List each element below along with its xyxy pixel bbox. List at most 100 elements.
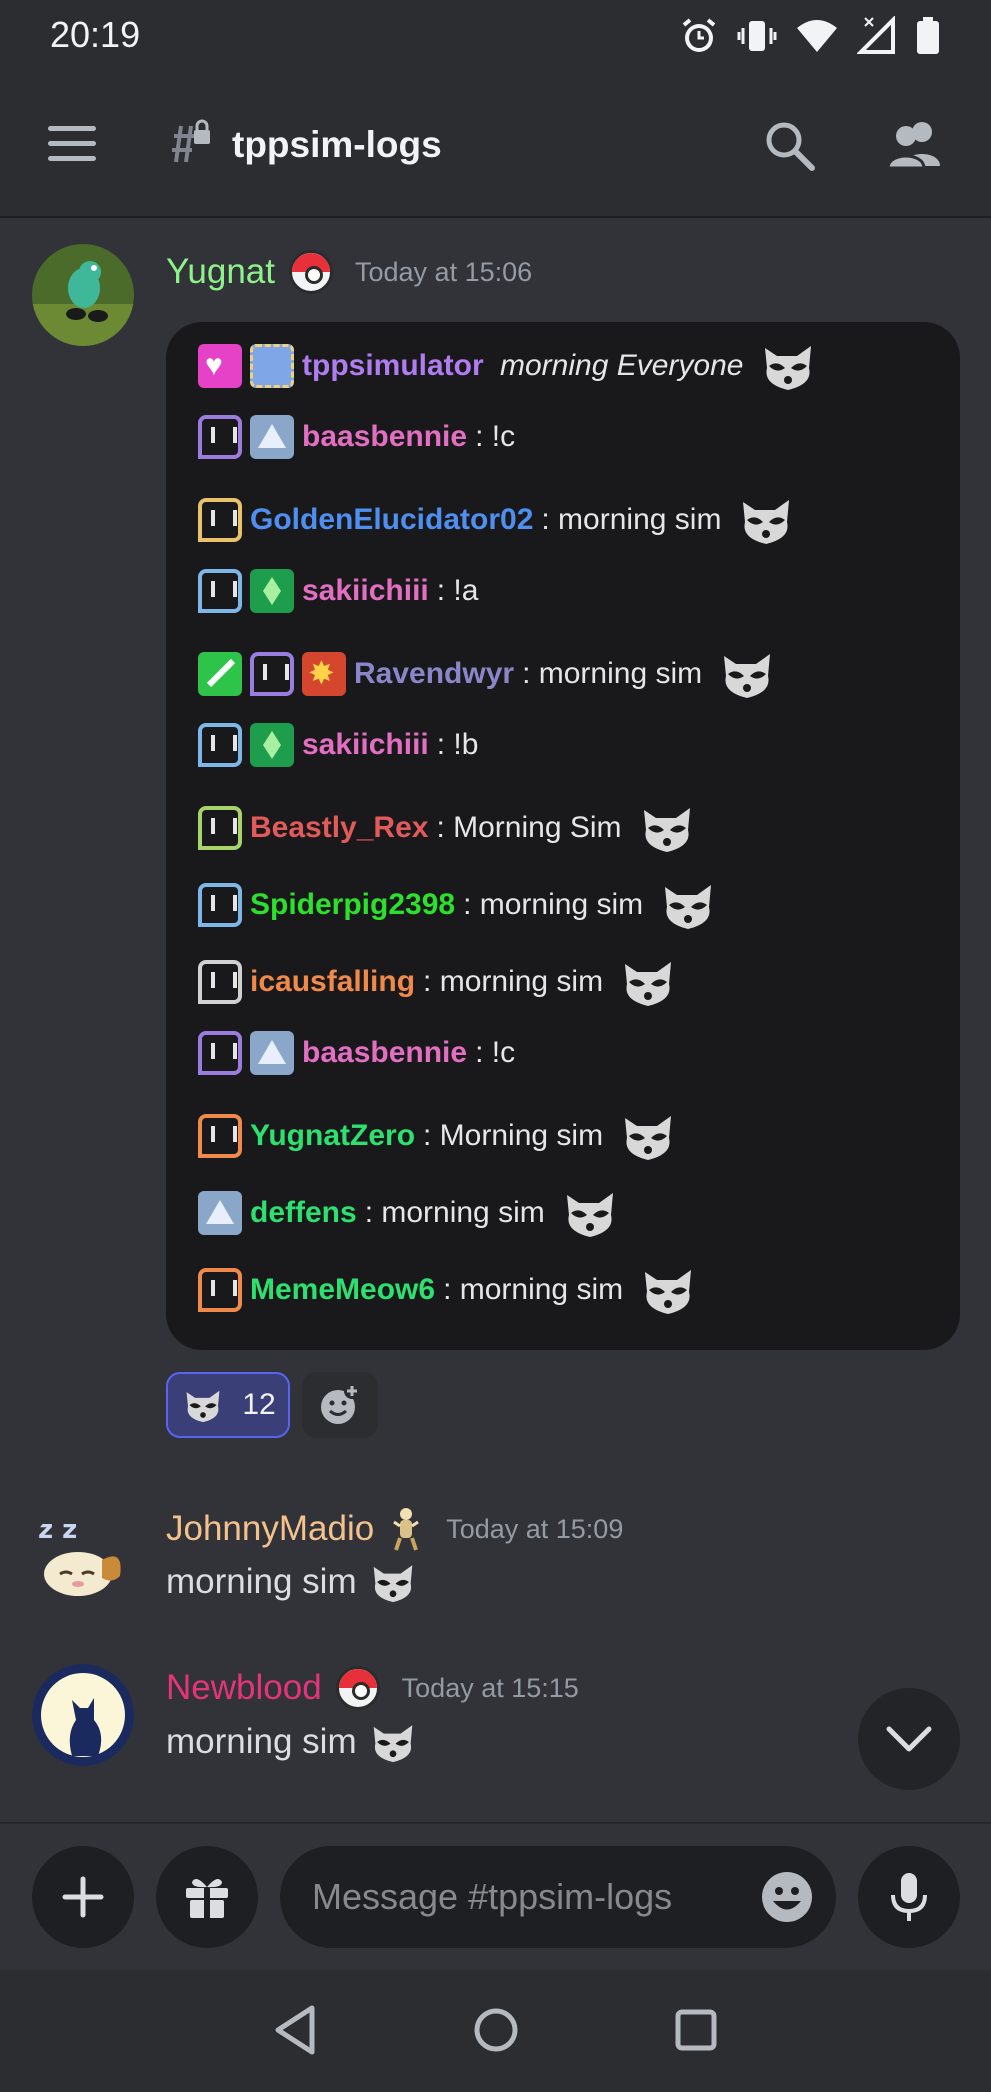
chat-username: sakiichiii [302, 728, 429, 761]
reaction-count: 12 [242, 1388, 276, 1421]
emoji-icon[interactable] [760, 1870, 814, 1924]
chat-text: morning Everyone [491, 349, 744, 382]
chat-log-line: baasbennie: !c [198, 415, 515, 459]
chat-username: Beastly_Rex [250, 811, 429, 844]
username[interactable]: Newblood [166, 1668, 322, 1708]
chat-text: : Morning sim [423, 1119, 604, 1152]
reaction-raccoon[interactable]: 12 [166, 1372, 290, 1438]
raccoon-emote-icon [373, 1725, 412, 1763]
sub-badge-icon [250, 344, 294, 388]
raccoon-emote-icon [657, 877, 719, 933]
twitch-badge-icon [198, 569, 242, 613]
chat-log-line: sakiichiii: !a [198, 569, 478, 613]
avatar[interactable] [32, 1664, 134, 1766]
message-composer [0, 1822, 991, 1970]
chat-username: tppsimulator [302, 349, 484, 382]
chat-log-line: Beastly_Rex: Morning Sim [198, 800, 698, 856]
gift-icon [186, 1878, 228, 1918]
back-icon[interactable] [266, 2000, 326, 2060]
voice-message-button[interactable] [858, 1846, 960, 1948]
members-icon[interactable] [884, 118, 944, 174]
chat-text: : morning sim [522, 657, 703, 690]
message-text: morning sim [166, 1558, 419, 1606]
heart-badge-icon [198, 344, 242, 388]
username[interactable]: JohnnyMadio [166, 1509, 374, 1549]
timestamp: Today at 15:06 [355, 256, 533, 287]
chat-username: deffens [250, 1196, 357, 1229]
chat-username: baasbennie [302, 420, 468, 453]
raccoon-emote-icon [559, 1185, 621, 1241]
channel-header: tppsim-logs [0, 74, 991, 218]
raccoon-emote-icon [716, 646, 778, 702]
twitch-badge-icon [198, 806, 242, 850]
chat-text: : !c [475, 420, 516, 453]
chat-username: Ravendwyr [354, 657, 515, 690]
chat-username: icausfalling [250, 965, 416, 998]
message-header: JohnnyMadio Today at 15:09 [166, 1506, 623, 1552]
jump-to-present-button[interactable] [858, 1688, 960, 1790]
raccoon-emote-icon [636, 800, 698, 856]
alarm-icon [682, 18, 716, 52]
status-time: 20:19 [50, 14, 141, 55]
system-nav-bar [0, 1970, 991, 2092]
timestamp: Today at 15:09 [446, 1513, 624, 1544]
raccoon-emote-icon [617, 1108, 679, 1164]
gem-badge-icon [250, 723, 294, 767]
chat-log-line: MemeMeow6: morning sim [198, 1262, 699, 1318]
message-header: Yugnat Today at 15:06 [166, 250, 532, 294]
wifi-icon [797, 20, 837, 52]
pokeball-icon [289, 250, 333, 294]
embedded-image[interactable]: tppsimulator morning Everyone baasbennie:… [166, 322, 960, 1350]
chat-text: : morning sim [443, 1273, 624, 1306]
avatar[interactable]: z z [32, 1504, 134, 1606]
add-attachment-button[interactable] [32, 1846, 134, 1948]
raccoon-emote-icon [757, 338, 819, 394]
sword-badge-icon [198, 652, 242, 696]
raccoon-emote-icon [735, 492, 797, 548]
chat-log-line: GoldenElucidator02: morning sim [198, 492, 797, 548]
tri-badge-icon [250, 1031, 294, 1075]
gift-button[interactable] [156, 1846, 258, 1948]
raccoon-emote-icon [617, 954, 679, 1010]
chat-text: : !a [436, 574, 479, 607]
timestamp: Today at 15:15 [401, 1672, 579, 1703]
chat-log-line: Ravendwyr: morning sim [198, 646, 778, 702]
microphone-icon [891, 1873, 927, 1921]
avatar[interactable] [32, 244, 134, 346]
tri-badge-icon [250, 415, 294, 459]
twitch-badge-icon [198, 1031, 242, 1075]
signal-icon [857, 16, 895, 54]
channel-name: tppsim-logs [232, 124, 442, 165]
locked-hash-icon [172, 119, 210, 163]
star-badge-icon [302, 652, 346, 696]
chat-username: GoldenElucidator02 [250, 503, 534, 536]
chat-username: baasbennie [302, 1036, 468, 1069]
add-reaction-button[interactable] [302, 1372, 378, 1438]
twitch-badge-icon [198, 415, 242, 459]
chat-text: : Morning Sim [436, 811, 622, 844]
tri-badge-icon [198, 1191, 242, 1235]
message-input-container [280, 1846, 836, 1948]
svg-text:z z: z z [38, 1515, 77, 1545]
chat-text: : !c [475, 1036, 516, 1069]
pokeball-icon [335, 1666, 380, 1710]
message-header: Newblood Today at 15:15 [166, 1666, 579, 1710]
vibrate-icon [737, 21, 777, 51]
chat-log-line: YugnatZero: Morning sim [198, 1108, 679, 1164]
home-icon[interactable] [466, 2000, 526, 2060]
hamburger-icon[interactable] [48, 126, 96, 162]
twitch-badge-icon [250, 652, 294, 696]
recents-icon[interactable] [666, 2000, 726, 2060]
raccoon-emote-icon [637, 1262, 699, 1318]
chat-log-line: deffens: morning sim [198, 1185, 621, 1241]
twitch-badge-icon [198, 883, 242, 927]
chat-log-line: tppsimulator morning Everyone [198, 338, 819, 394]
username[interactable]: Yugnat [166, 252, 275, 292]
pokemon-figure-icon [393, 1508, 420, 1551]
chat-log-line: icausfalling: morning sim [198, 954, 679, 1010]
gem-badge-icon [250, 569, 294, 613]
search-icon[interactable] [762, 118, 818, 174]
twitch-badge-icon [198, 723, 242, 767]
message-input[interactable] [312, 1876, 732, 1918]
raccoon-emote-icon [373, 1565, 412, 1603]
